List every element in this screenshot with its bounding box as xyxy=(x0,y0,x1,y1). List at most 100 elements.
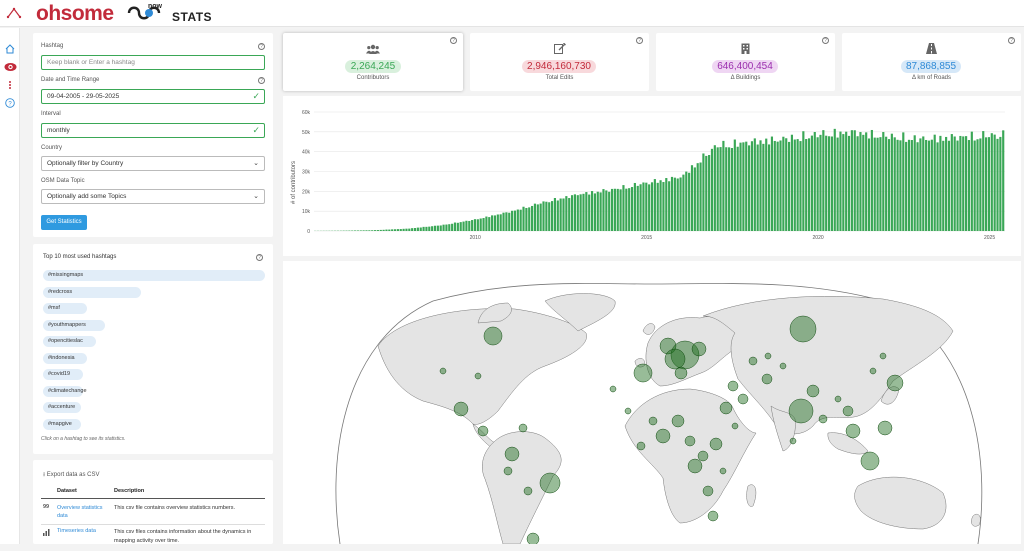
chart-bar[interactable] xyxy=(968,140,970,231)
chart-bar[interactable] xyxy=(397,229,399,231)
chart-bar[interactable] xyxy=(408,229,410,231)
chart-bar[interactable] xyxy=(857,136,859,231)
chart-bar[interactable] xyxy=(388,230,390,231)
chart-bar[interactable] xyxy=(697,163,699,231)
map-bubble[interactable] xyxy=(835,396,841,402)
map-bubble[interactable] xyxy=(698,451,708,461)
map-bubble[interactable] xyxy=(807,385,819,397)
chart-bar[interactable] xyxy=(662,182,664,231)
chart-bar[interactable] xyxy=(491,215,493,231)
chart-bar[interactable] xyxy=(911,140,913,231)
map-bubble[interactable] xyxy=(675,367,687,379)
map-bubble[interactable] xyxy=(610,386,616,392)
hashtag-item[interactable]: #opencitieslac xyxy=(43,336,96,347)
chart-bar[interactable] xyxy=(565,196,567,231)
map-bubble[interactable] xyxy=(524,487,532,495)
chart-bar[interactable] xyxy=(588,195,590,231)
map-bubble[interactable] xyxy=(505,447,519,461)
chart-bar[interactable] xyxy=(522,207,524,231)
chart-bar[interactable] xyxy=(420,228,422,231)
chart-bar[interactable] xyxy=(734,140,736,231)
chart-bar[interactable] xyxy=(671,177,673,231)
chart-bar[interactable] xyxy=(674,178,676,231)
chart-bar[interactable] xyxy=(460,222,462,231)
chart-bar[interactable] xyxy=(994,135,996,231)
map-bubble[interactable] xyxy=(649,417,657,425)
chart-bar[interactable] xyxy=(640,184,642,231)
chart-bar[interactable] xyxy=(548,202,550,231)
chart-bar[interactable] xyxy=(414,228,416,231)
chart-bar[interactable] xyxy=(996,139,998,231)
chart-bar[interactable] xyxy=(525,208,527,231)
chart-bar[interactable] xyxy=(797,139,799,231)
chart-bar[interactable] xyxy=(951,134,953,231)
map-bubble[interactable] xyxy=(688,459,702,473)
map-bubble[interactable] xyxy=(887,375,903,391)
chart-bar[interactable] xyxy=(725,147,727,231)
chart-bar[interactable] xyxy=(494,215,496,231)
map-bubble[interactable] xyxy=(484,327,502,345)
chart-bar[interactable] xyxy=(462,222,464,231)
stat-card-contributors[interactable]: 2,264,245 Contributors ? xyxy=(283,33,463,91)
chart-bar[interactable] xyxy=(719,147,721,231)
chart-bar[interactable] xyxy=(871,130,873,231)
map-bubble[interactable] xyxy=(504,467,512,475)
chart-bar[interactable] xyxy=(859,132,861,231)
chart-bar[interactable] xyxy=(545,202,547,231)
map-bubble[interactable] xyxy=(819,415,827,423)
chart-bar[interactable] xyxy=(628,188,630,231)
chart-bar[interactable] xyxy=(805,139,807,231)
chart-bar[interactable] xyxy=(677,178,679,231)
chart-bar[interactable] xyxy=(842,134,844,231)
chart-bar[interactable] xyxy=(440,225,442,231)
world-bubble-map[interactable] xyxy=(283,261,1021,544)
top-hashtags-help-icon[interactable]: ? xyxy=(256,254,263,261)
chart-bar[interactable] xyxy=(845,132,847,231)
chart-bar[interactable] xyxy=(505,212,507,231)
map-bubble[interactable] xyxy=(708,511,718,521)
chart-bar[interactable] xyxy=(400,229,402,231)
chart-bar[interactable] xyxy=(611,189,613,231)
chart-bar[interactable] xyxy=(557,200,559,231)
chart-bar[interactable] xyxy=(962,136,964,231)
chart-bar[interactable] xyxy=(814,132,816,231)
chart-bar[interactable] xyxy=(811,136,813,231)
map-bubble[interactable] xyxy=(732,423,738,429)
chart-bar[interactable] xyxy=(634,183,636,231)
chart-bar[interactable] xyxy=(822,130,824,231)
chart-bar[interactable] xyxy=(417,228,419,231)
help-icon[interactable]: ? xyxy=(3,96,17,110)
chart-bar[interactable] xyxy=(865,132,867,231)
chart-bar[interactable] xyxy=(897,140,899,231)
chart-bar[interactable] xyxy=(534,204,536,231)
chart-bar[interactable] xyxy=(702,153,704,231)
chart-bar[interactable] xyxy=(799,141,801,231)
chart-bar[interactable] xyxy=(711,149,713,231)
map-bubble[interactable] xyxy=(720,402,732,414)
map-bubble[interactable] xyxy=(789,399,813,423)
chart-bar[interactable] xyxy=(471,220,473,231)
map-bubble[interactable] xyxy=(672,415,684,427)
map-bubble[interactable] xyxy=(634,364,652,382)
map-bubble[interactable] xyxy=(846,424,860,438)
date-range-input[interactable]: 09-04-2005 - 29-05-2025✓ xyxy=(41,89,265,104)
chart-bar[interactable] xyxy=(742,142,744,231)
chart-bar[interactable] xyxy=(877,138,879,231)
hashtag-help-icon[interactable]: ? xyxy=(258,43,265,50)
chart-bar[interactable] xyxy=(974,141,976,231)
chart-bar[interactable] xyxy=(931,140,933,231)
chart-bar[interactable] xyxy=(377,230,379,231)
chart-bar[interactable] xyxy=(514,211,516,231)
chart-bar[interactable] xyxy=(705,156,707,231)
chart-bar[interactable] xyxy=(608,192,610,231)
chart-bar[interactable] xyxy=(965,136,967,231)
chart-bar[interactable] xyxy=(788,142,790,231)
chart-bar[interactable] xyxy=(465,221,467,231)
heigit-logo-icon[interactable] xyxy=(6,6,22,25)
chart-bar[interactable] xyxy=(891,134,893,231)
chart-bar[interactable] xyxy=(617,189,619,231)
chart-bar[interactable] xyxy=(819,135,821,231)
topic-select[interactable]: Optionally add some Topics⌄ xyxy=(41,189,265,204)
chart-bar[interactable] xyxy=(925,140,927,231)
chart-bar[interactable] xyxy=(825,136,827,231)
